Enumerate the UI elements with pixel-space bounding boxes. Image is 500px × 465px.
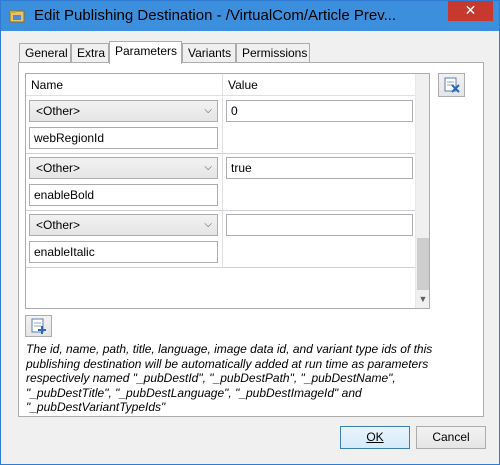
ok-button-label: OK [366,430,384,444]
tab-parameters[interactable]: Parameters [109,41,182,64]
tab-variants[interactable]: Variants [182,43,236,63]
parameters-grid: Name Value <Other> ⌵ webRegionId 0 <Othe… [25,73,430,309]
remove-row-icon [439,77,464,99]
table-row: <Other> ⌵ enableBold true [26,154,417,211]
parameter-type-dropdown[interactable]: <Other> ⌵ [29,100,218,122]
parameter-type-value: <Other> [36,161,81,175]
scrollbar-thumb[interactable] [417,238,429,290]
window-title: Edit Publishing Destination - /VirtualCo… [34,7,397,24]
add-parameter-button[interactable] [25,315,52,337]
parameter-name-input[interactable]: enableBold [29,184,218,206]
parameter-name-input[interactable]: webRegionId [29,127,218,149]
add-row-icon [26,318,51,339]
scroll-down-arrow-icon[interactable]: ▼ [416,292,429,306]
parameter-name-input[interactable]: enableItalic [29,241,218,263]
parameter-value-input[interactable] [226,214,413,236]
dialog-window: Edit Publishing Destination - /VirtualCo… [0,0,500,465]
tab-permissions[interactable]: Permissions [236,43,310,63]
cancel-button-label: Cancel [432,430,470,444]
column-header-name[interactable]: Name [26,74,222,96]
parameter-type-dropdown[interactable]: <Other> ⌵ [29,157,218,179]
table-row: <Other> ⌵ webRegionId 0 [26,97,417,154]
grid-header: Name Value [26,74,417,96]
parameters-tab-page: Name Value <Other> ⌵ webRegionId 0 <Othe… [18,62,484,417]
table-row: <Other> ⌵ enableItalic [26,211,417,268]
close-button[interactable]: ✕ [448,1,493,21]
chevron-down-icon: ⌵ [204,162,212,173]
parameter-value-input[interactable]: true [226,157,413,179]
title-bar[interactable]: Edit Publishing Destination - /VirtualCo… [1,1,499,31]
parameter-type-value: <Other> [36,218,81,232]
chevron-down-icon: ⌵ [204,219,212,230]
cell-divider [222,154,223,211]
cell-divider [222,211,223,268]
parameter-type-dropdown[interactable]: <Other> ⌵ [29,214,218,236]
parameters-info-text: The id, name, path, title, language, ima… [26,342,433,414]
cell-divider [222,97,223,154]
chevron-down-icon: ⌵ [204,105,212,116]
cancel-button[interactable]: Cancel [416,426,486,449]
tab-extra[interactable]: Extra [71,43,109,63]
folder-icon [9,8,25,24]
ok-button[interactable]: OK [340,426,410,449]
vertical-scrollbar[interactable]: ▼ [415,74,429,308]
remove-parameter-button[interactable] [438,73,465,97]
parameter-type-value: <Other> [36,104,81,118]
column-header-value[interactable]: Value [223,74,417,96]
parameter-value-input[interactable]: 0 [226,100,413,122]
tab-general[interactable]: General [19,43,71,63]
